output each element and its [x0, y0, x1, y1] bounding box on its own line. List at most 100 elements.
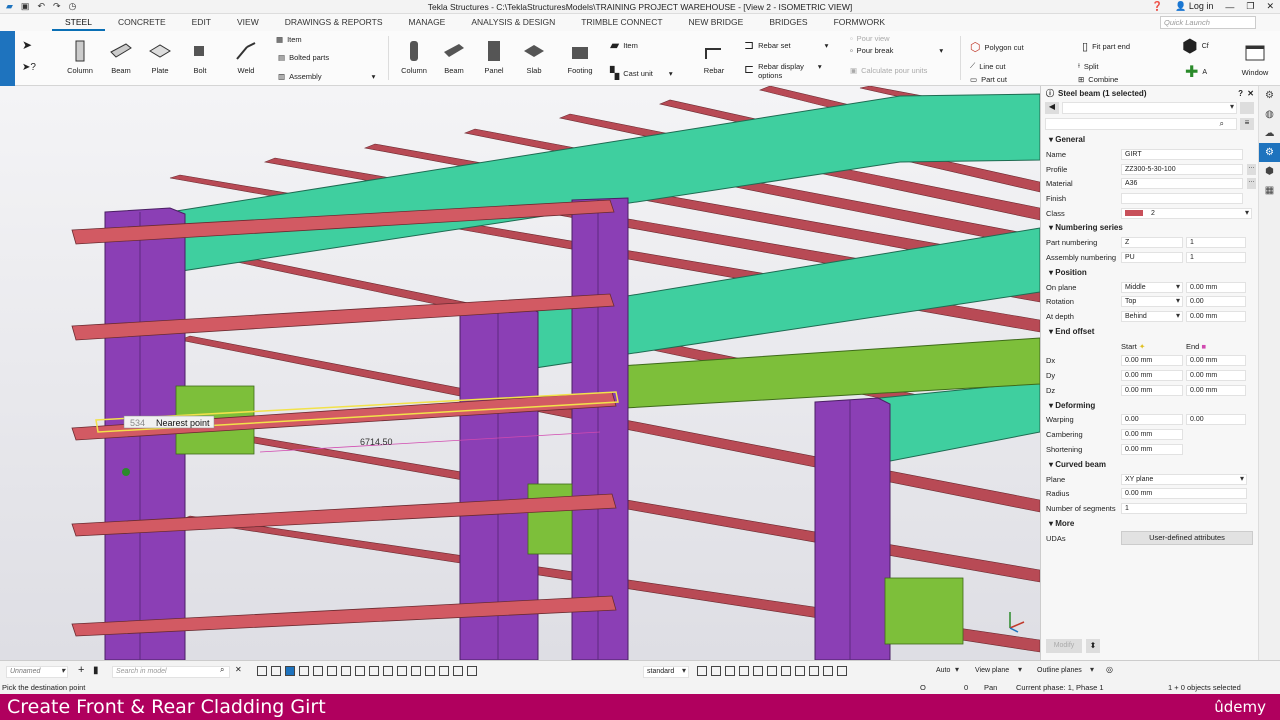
- tab-formwork[interactable]: FORMWORK: [821, 14, 898, 31]
- dy-start-field[interactable]: 0.00 mm: [1121, 370, 1183, 382]
- snap-mid-icon[interactable]: [753, 666, 763, 676]
- snap-any-icon[interactable]: [823, 666, 833, 676]
- save-preset-icon[interactable]: [1240, 102, 1254, 114]
- window-button[interactable]: Window: [1237, 42, 1273, 77]
- visibility-icon[interactable]: ◎: [1106, 665, 1113, 674]
- combine-button[interactable]: ⊞ Combine: [1078, 75, 1118, 84]
- minimize-icon[interactable]: —: [1225, 2, 1234, 12]
- tab-analysis-design[interactable]: ANALYSIS & DESIGN: [458, 14, 568, 31]
- section-numbering[interactable]: ▾ Numbering series: [1041, 220, 1258, 235]
- rebar-display-options-button[interactable]: ⊏ Rebar display options ▾: [744, 62, 822, 80]
- radius-field[interactable]: 0.00 mm: [1121, 488, 1247, 500]
- select-bolts-icon[interactable]: [369, 666, 379, 676]
- side-globe-icon[interactable]: ◍: [1259, 105, 1280, 124]
- close-icon[interactable]: ✕: [1266, 1, 1274, 12]
- segments-field[interactable]: 1: [1121, 502, 1247, 514]
- class-dropdown[interactable]: 2: [1121, 207, 1252, 219]
- polygon-cut-button[interactable]: ⬡ Polygon cut: [970, 40, 1024, 54]
- panel-back-icon[interactable]: ◀: [1045, 102, 1059, 114]
- snap-reference-icon[interactable]: [697, 666, 707, 676]
- panel-search-icon[interactable]: ⌕: [1220, 119, 1224, 129]
- dz-end-field[interactable]: 0.00 mm: [1186, 384, 1246, 396]
- select-rebar-icon[interactable]: [383, 666, 393, 676]
- select-views-icon[interactable]: [411, 666, 421, 676]
- material-browse-button[interactable]: …: [1247, 178, 1256, 190]
- calculate-pour-units-button[interactable]: ▣ Calculate pour units: [850, 66, 927, 75]
- select-components-icon[interactable]: [313, 666, 323, 676]
- dx-start-field[interactable]: 0.00 mm: [1121, 355, 1183, 367]
- at-depth-value[interactable]: 0.00 mm: [1186, 311, 1246, 323]
- rebar-button[interactable]: Rebar: [698, 40, 730, 75]
- tab-bridges[interactable]: BRIDGES: [756, 14, 820, 31]
- pick-icon[interactable]: ⬍: [1086, 639, 1100, 653]
- profile-field[interactable]: ZZ300-5-30-100: [1121, 163, 1243, 175]
- modify-button[interactable]: Modify: [1046, 639, 1082, 653]
- outline-planes-dropdown[interactable]: Outline planes: [1034, 665, 1096, 678]
- snap-perpendicular-icon[interactable]: [781, 666, 791, 676]
- panel-help-icon[interactable]: ?: [1238, 89, 1243, 98]
- select-points-icon[interactable]: [341, 666, 351, 676]
- dy-end-field[interactable]: 0.00 mm: [1186, 370, 1246, 382]
- line-cut-button[interactable]: ⟋ Line cut: [970, 61, 1006, 71]
- split-button[interactable]: ⟊ Split: [1078, 61, 1099, 71]
- tab-manage[interactable]: MANAGE: [396, 14, 459, 31]
- clear-search-icon[interactable]: ✕: [235, 665, 242, 674]
- bolt-button[interactable]: Bolt: [184, 40, 216, 75]
- side-cloud-icon[interactable]: ☁: [1259, 124, 1280, 143]
- user-defined-attributes-button[interactable]: User-defined attributes: [1121, 531, 1253, 546]
- maximize-icon[interactable]: ❐: [1246, 1, 1254, 12]
- weld-button[interactable]: Weld: [230, 40, 262, 75]
- on-plane-dropdown[interactable]: Middle: [1121, 281, 1183, 293]
- panel-close-icon[interactable]: ✕: [1247, 89, 1254, 98]
- warping-end-field[interactable]: 0.00: [1186, 414, 1246, 426]
- concrete-item-button[interactable]: ▰ Item: [610, 38, 638, 52]
- profile-browse-button[interactable]: …: [1247, 163, 1256, 175]
- side-properties-icon[interactable]: ⚙: [1259, 143, 1280, 162]
- quick-launch-input[interactable]: Quick Launch: [1160, 16, 1256, 29]
- snap-center-icon[interactable]: [739, 666, 749, 676]
- cf-tool-icon[interactable]: ⬢ Cf: [1182, 36, 1209, 57]
- warping-start-field[interactable]: 0.00: [1121, 414, 1183, 426]
- tab-trimble-connect[interactable]: TRIMBLE CONNECT: [568, 14, 675, 31]
- search-model-icon[interactable]: ⌕: [220, 665, 224, 675]
- delete-view-icon[interactable]: ▮: [93, 665, 99, 676]
- select-plane-icon[interactable]: [439, 666, 449, 676]
- footing-button[interactable]: Footing: [564, 40, 596, 75]
- tab-edit[interactable]: EDIT: [179, 14, 224, 31]
- selection-filter-dropdown[interactable]: standard: [643, 666, 689, 678]
- pour-break-button[interactable]: ▫ Pour break ▾: [850, 46, 943, 55]
- snap-intersection-icon[interactable]: [767, 666, 777, 676]
- assembly-button[interactable]: ▥ Assembly ▾: [278, 72, 375, 81]
- help-icon[interactable]: ❓: [1152, 1, 1163, 12]
- search-in-model-input[interactable]: Search in model: [112, 666, 230, 678]
- tab-new-bridge[interactable]: NEW BRIDGE: [676, 14, 757, 31]
- item-button[interactable]: ▦ Item: [276, 35, 302, 44]
- select-cut-icon[interactable]: [299, 666, 309, 676]
- select-parts-icon[interactable]: [271, 666, 281, 676]
- side-settings-icon[interactable]: ⚙: [1259, 86, 1280, 105]
- tab-concrete[interactable]: CONCRETE: [105, 14, 179, 31]
- section-end-offset[interactable]: ▾ End offset: [1041, 324, 1258, 339]
- concrete-beam-button[interactable]: Beam: [438, 40, 470, 75]
- panel-menu-icon[interactable]: ≡: [1240, 118, 1254, 130]
- status-phase[interactable]: Current phase: 1, Phase 1: [1016, 683, 1104, 692]
- name-field[interactable]: GIRT: [1121, 148, 1243, 160]
- assembly-prefix-field[interactable]: PU: [1121, 251, 1183, 263]
- view-name-dropdown[interactable]: Unnamed: [6, 666, 68, 678]
- select-reference-icon[interactable]: [467, 666, 477, 676]
- rotation-value[interactable]: 0.00: [1186, 296, 1246, 308]
- cast-unit-button[interactable]: ▚ Cast unit ▾: [610, 66, 673, 80]
- add-view-icon[interactable]: +: [78, 664, 84, 676]
- select-welds-icon[interactable]: [355, 666, 365, 676]
- side-cube-icon[interactable]: ⬢: [1259, 162, 1280, 181]
- slab-button[interactable]: Slab: [518, 40, 550, 75]
- section-deforming[interactable]: ▾ Deforming: [1041, 398, 1258, 413]
- snap-nearest-icon[interactable]: [809, 666, 819, 676]
- rebar-set-button[interactable]: ⊐ Rebar set ▾: [744, 38, 828, 52]
- select-options-icon[interactable]: ➤?: [22, 62, 36, 73]
- select-grids-icon[interactable]: [327, 666, 337, 676]
- tab-steel[interactable]: STEEL: [52, 14, 105, 31]
- snap-geometry-icon[interactable]: [711, 666, 721, 676]
- snap-end-icon[interactable]: [725, 666, 735, 676]
- cambering-field[interactable]: 0.00 mm: [1121, 429, 1183, 441]
